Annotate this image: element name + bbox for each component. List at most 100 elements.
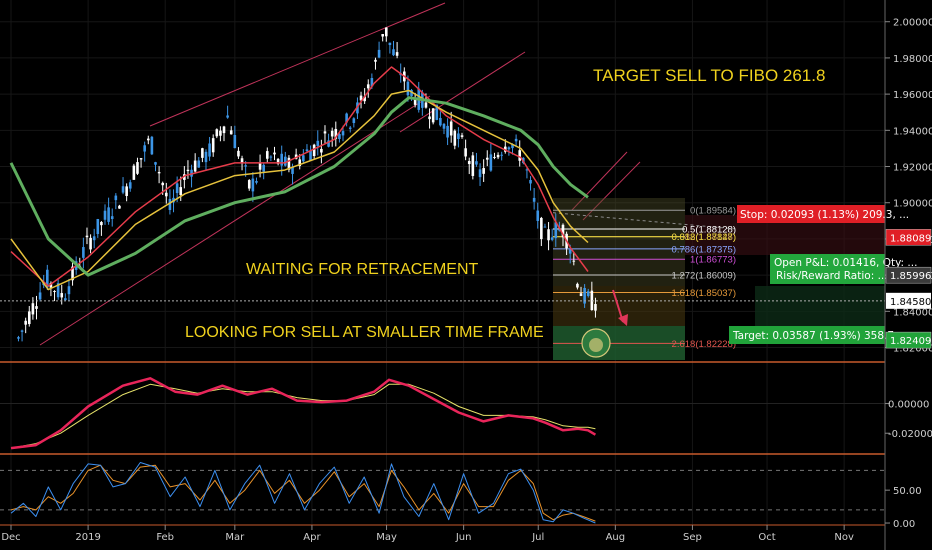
price-tick-label: 1.96000 (893, 90, 932, 101)
position-target-zone (755, 286, 885, 326)
candle-body (157, 172, 161, 174)
candle-body (82, 247, 85, 258)
candle-body (139, 158, 143, 160)
candle-body (273, 152, 276, 155)
stop-label: Stop: 0.02093 (1.13%) 209.3, ... (740, 209, 909, 221)
candle-body (17, 337, 20, 339)
candle-body (229, 130, 233, 135)
trading-chart[interactable]: TARGET SELL TO FIBO 261.8 WAITING FOR RE… (0, 0, 932, 550)
candle-body (576, 283, 579, 288)
candle-body (485, 157, 489, 160)
candle-body (442, 123, 446, 129)
price-label: 1.82409 (890, 336, 931, 347)
risk-reward-label: Risk/Reward Ratio: ... (776, 270, 888, 282)
candle-body (428, 116, 431, 120)
candle-body (128, 182, 132, 189)
candle-body (475, 161, 478, 165)
candle-body (291, 167, 294, 174)
price-label: 1.85996 (890, 271, 931, 282)
candle-body (219, 130, 222, 136)
candle-body (165, 192, 168, 197)
fib-level-label: 0(1.89584) (690, 206, 736, 217)
candle-body (146, 138, 150, 141)
candle-body (201, 148, 204, 158)
candle-body (424, 102, 428, 108)
candle-body (316, 140, 320, 146)
price-tick-label: 1.84000 (893, 307, 932, 318)
candle-body (107, 207, 110, 222)
candle-body (514, 138, 518, 142)
time-tick-label: Oct (758, 532, 775, 543)
time-tick-label: Apr (303, 532, 321, 543)
candle-body (464, 148, 467, 157)
candle-body (439, 117, 442, 126)
candle-body (215, 129, 219, 137)
candle-body (489, 154, 493, 171)
candle-body (540, 217, 543, 240)
candle-body (226, 115, 229, 118)
candle-body (586, 291, 590, 296)
candle-body (348, 127, 352, 129)
stoch-tick-label: 50.00 (893, 486, 922, 497)
candle-body (572, 260, 576, 262)
candle-body (150, 136, 154, 155)
candle-body (341, 131, 345, 136)
candle-body (251, 178, 255, 192)
candle-body (233, 135, 237, 149)
candle-body (446, 125, 449, 138)
fib-level-label: 1.272(1.86009) (672, 270, 736, 281)
candle-body (507, 147, 511, 150)
candle-body (529, 180, 532, 184)
candle-body (114, 195, 118, 201)
annotation-looking-sell: LOOKING FOR SELL AT SMALLER TIME FRAME (185, 324, 544, 341)
candle-body (280, 153, 284, 166)
price-label: 1.88089 (890, 233, 931, 244)
candle-body (547, 229, 550, 241)
candle-body (154, 162, 157, 165)
time-tick-label: Mar (225, 532, 245, 543)
candle-body (496, 154, 500, 158)
candle-body (64, 298, 67, 301)
candle-body (381, 34, 384, 37)
candle-body (457, 133, 460, 139)
candle-body (103, 210, 107, 220)
time-tick-label: Feb (156, 532, 174, 543)
candle-body (482, 168, 485, 174)
candle-body (493, 156, 496, 158)
candle-body (24, 320, 27, 325)
candle-body (27, 311, 31, 325)
price-tick-label: 2.00000 (893, 18, 932, 29)
candle-body (330, 130, 334, 137)
candle-body (89, 237, 92, 250)
candle-body (85, 235, 89, 238)
candle-body (269, 156, 273, 158)
candle-body (392, 49, 395, 56)
candle-body (431, 108, 435, 123)
candle-body (100, 222, 103, 226)
candle-body (255, 181, 258, 183)
macd-tick-label: -0.02000 (888, 429, 932, 440)
candle-body (262, 164, 265, 172)
candle-body (53, 291, 56, 293)
candle-body (500, 154, 503, 156)
candle-body (244, 165, 247, 167)
time-tick-label: Dec (1, 532, 20, 543)
candle-body (175, 183, 179, 194)
candle-body (467, 161, 471, 165)
time-tick-label: Nov (834, 532, 854, 543)
price-tick-label: 1.98000 (893, 54, 932, 65)
candle-body (204, 151, 208, 163)
price-tick-label: 1.90000 (893, 199, 932, 210)
candle-body (38, 292, 42, 300)
candle-body (118, 205, 121, 209)
candle-body (305, 149, 309, 152)
fib-level-label: 2.618(1.82228) (672, 339, 736, 350)
candle-body (352, 118, 356, 123)
candle-body (60, 293, 64, 298)
candle-body (136, 162, 139, 174)
candle-body (121, 186, 125, 193)
candle-body (309, 150, 312, 161)
fib-zone-upper (553, 198, 685, 286)
time-tick-label: Sep (683, 532, 702, 543)
candle-body (132, 165, 136, 180)
